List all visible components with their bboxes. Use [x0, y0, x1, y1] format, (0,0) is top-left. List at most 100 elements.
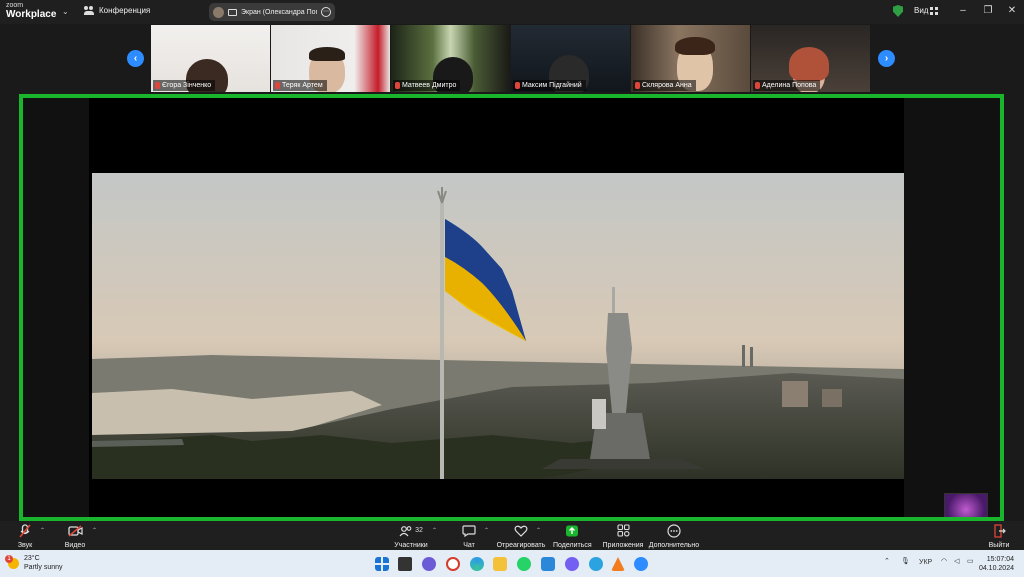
react-label: Отреагировать	[496, 542, 546, 549]
apps-icon	[616, 524, 630, 537]
participant-hair	[789, 47, 829, 81]
language-indicator[interactable]: УКР	[919, 559, 932, 566]
participant-name: Матвеев Дмитро	[402, 82, 457, 89]
video-tile[interactable]: Максим Підгайний	[511, 25, 630, 92]
video-tile[interactable]: Матвеев Дмитро	[391, 25, 510, 92]
video-label: Видео	[64, 542, 86, 549]
participant-name-tag: Аделина Попова	[753, 80, 821, 91]
clock-time: 15:07:04	[986, 556, 1014, 563]
next-page-button[interactable]: ›	[878, 50, 895, 67]
participants-button[interactable]: 32 Участники	[393, 523, 429, 549]
audio-options-chevron-icon[interactable]: ⌃	[40, 527, 45, 534]
video-tile[interactable]: Єгора Зінченко	[151, 25, 270, 92]
shared-video-frame	[92, 173, 904, 479]
mic-muted-icon	[515, 82, 520, 89]
participants-icon	[399, 525, 412, 536]
task-view-icon[interactable]	[398, 557, 412, 571]
participant-name: Теряк Артем	[282, 82, 323, 89]
battery-icon[interactable]: ▭	[967, 557, 974, 565]
people-icon	[84, 6, 94, 15]
brand-name: Workplace	[6, 9, 57, 20]
camera-off-icon	[67, 524, 83, 537]
zoom-taskbar-icon[interactable]	[634, 557, 648, 571]
file-explorer-icon[interactable]	[493, 557, 507, 571]
apps-button[interactable]: Приложения	[601, 523, 645, 549]
whatsapp-icon[interactable]	[517, 557, 531, 571]
windows-start-icon[interactable]	[375, 557, 389, 571]
zoom-logo[interactable]: zoom Workplace	[6, 2, 56, 20]
edge-icon[interactable]	[470, 557, 484, 571]
heart-icon	[514, 525, 528, 537]
participant-name: Максим Підгайний	[522, 82, 582, 89]
telegram-icon[interactable]	[589, 557, 603, 571]
screen-share-indicator[interactable]: Экран (Олександра Погреб ⋯	[209, 3, 335, 21]
share-label: Поделиться	[553, 542, 592, 549]
grid-icon[interactable]	[930, 7, 938, 15]
video-options-chevron-icon[interactable]: ⌃	[92, 527, 97, 534]
mic-muted-icon	[155, 82, 160, 89]
volume-icon[interactable]: ◁	[954, 557, 959, 565]
screen-icon	[228, 8, 237, 16]
more-button[interactable]: Дополнительно	[648, 523, 700, 549]
teams-icon[interactable]	[541, 557, 555, 571]
weather-desc: Partly sunny	[24, 564, 63, 571]
vlc-icon[interactable]	[611, 557, 625, 571]
view-button[interactable]: Вид	[914, 6, 928, 15]
chevron-down-icon[interactable]: ⌄	[62, 7, 69, 16]
brand-small: zoom	[6, 2, 24, 9]
participant-hair	[675, 37, 715, 55]
opera-icon[interactable]	[446, 557, 460, 571]
mic-muted-icon	[635, 82, 640, 89]
participants-count: 32	[415, 527, 423, 534]
participant-strip: ‹ Єгора Зінченко Теряк Артем Матвеев Дми…	[0, 24, 1024, 94]
participant-name-tag: Максим Підгайний	[513, 80, 586, 91]
participant-name-tag: Матвеев Дмитро	[393, 80, 461, 91]
participants-options-chevron-icon[interactable]: ⌃	[432, 527, 437, 534]
prev-page-button[interactable]: ‹	[127, 50, 144, 67]
video-tile[interactable]: Теряк Артем	[271, 25, 390, 92]
apps-label: Приложения	[602, 542, 644, 549]
chat-options-chevron-icon[interactable]: ⌃	[484, 527, 489, 534]
mic-muted-icon	[275, 82, 280, 89]
shared-screen[interactable]	[19, 94, 1004, 521]
more-icon	[667, 523, 681, 538]
viber-icon[interactable]	[565, 557, 579, 571]
close-button[interactable]: ✕	[1005, 4, 1019, 18]
options-icon[interactable]: ⋯	[321, 7, 331, 17]
self-view-thumbnail[interactable]	[944, 493, 988, 517]
chat-label: Чат	[463, 542, 475, 549]
share-screen-icon	[566, 525, 578, 536]
participant-name-tag: Теряк Артем	[273, 80, 327, 91]
title-bar: zoom Workplace ⌄ Конференция Экран (Олек…	[0, 0, 1024, 24]
conference-label: Конференция	[99, 6, 151, 15]
conference-info-button[interactable]: Конференция	[84, 6, 150, 15]
tray-chevron-icon[interactable]: ⌃	[884, 557, 890, 565]
participant-name-tag: Склярова Анна	[633, 80, 696, 91]
share-button[interactable]: Поделиться	[553, 523, 592, 549]
security-shield-icon[interactable]	[893, 5, 903, 17]
weather-widget[interactable]: 1 23°C Partly sunny	[5, 554, 63, 572]
video-tile[interactable]: Склярова Анна	[631, 25, 750, 92]
share-pill-text: Экран (Олександра Погреб	[241, 8, 317, 16]
video-tile[interactable]: Аделина Попова	[751, 25, 870, 92]
minimize-button[interactable]: –	[956, 4, 970, 18]
meeting-toolbar: Звук ⌃ Видео ⌃ 32 Участники ⌃ Чат ⌃ Отре…	[0, 521, 1024, 550]
chat-button[interactable]: Чат	[457, 523, 481, 549]
participant-name: Єгора Зінченко	[162, 82, 212, 89]
video-button[interactable]: Видео	[62, 523, 88, 549]
tray-mic-icon[interactable]: 🎙	[901, 557, 910, 565]
windows-taskbar: 1 23°C Partly sunny ⌃ 🎙 УКР ◠ ◁ ▭ 15:07:…	[0, 550, 1024, 577]
react-options-chevron-icon[interactable]: ⌃	[536, 527, 541, 534]
restore-button[interactable]: ❐	[981, 4, 995, 18]
leave-label: Выйти	[988, 542, 1010, 549]
copilot-icon[interactable]	[422, 557, 436, 571]
mic-muted-icon	[395, 82, 400, 89]
leave-button[interactable]: Выйти	[988, 523, 1010, 549]
system-clock[interactable]: 15:07:04 04.10.2024	[979, 555, 1014, 573]
video-scene	[92, 173, 904, 479]
participant-hair	[309, 47, 345, 61]
audio-button[interactable]: Звук	[12, 523, 38, 549]
microphone-muted-icon	[19, 523, 31, 538]
chat-icon	[462, 524, 476, 537]
wifi-icon[interactable]: ◠	[941, 557, 947, 565]
